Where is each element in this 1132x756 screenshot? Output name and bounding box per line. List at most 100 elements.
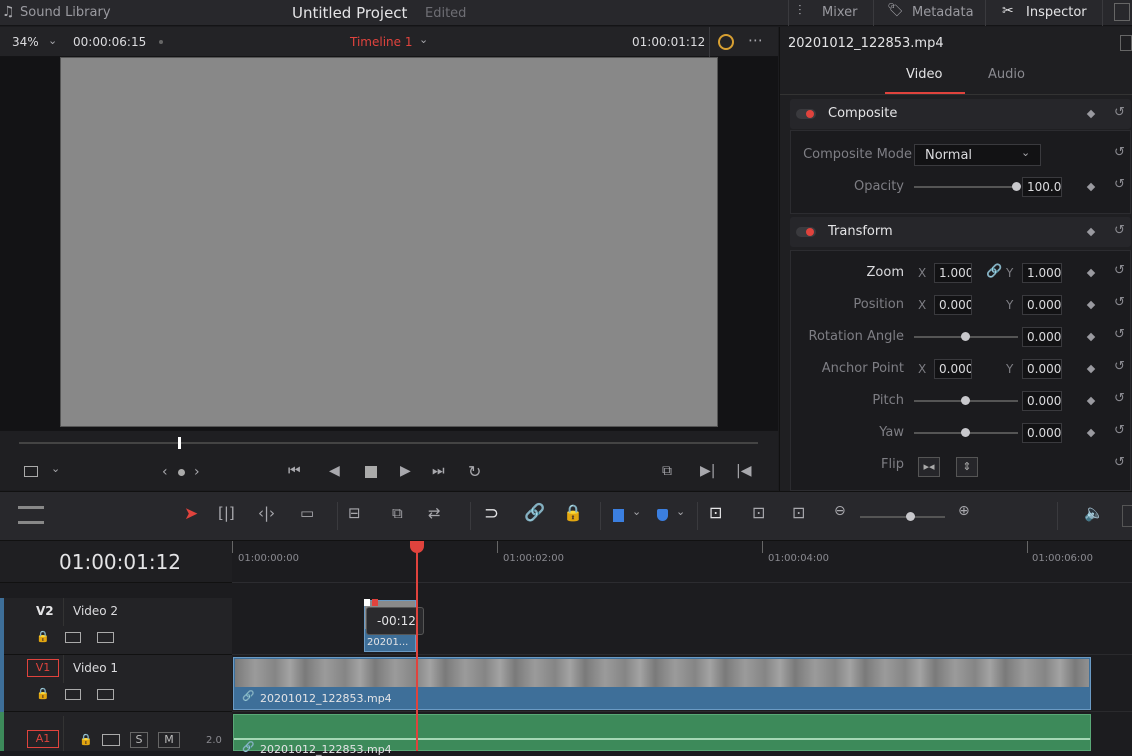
metadata-icon[interactable]: 🏷 xyxy=(887,3,904,18)
mute-button[interactable]: M xyxy=(158,732,180,748)
reset-icon[interactable]: ↺ xyxy=(1114,327,1125,342)
mark-out-icon[interactable]: |◀ xyxy=(736,463,751,479)
viewer-mode-icon[interactable] xyxy=(24,466,38,477)
position-x-field[interactable]: 0.000 xyxy=(934,295,972,315)
chevron-down-icon[interactable]: ⌄ xyxy=(419,33,428,46)
play-icon[interactable]: ▶ xyxy=(400,463,411,479)
yaw-slider-knob[interactable] xyxy=(961,428,970,437)
zoom-out-icon[interactable]: ⊖ xyxy=(834,503,846,519)
snapping-icon[interactable]: ⊃ xyxy=(484,503,499,524)
zoom-x-field[interactable]: 1.000 xyxy=(934,263,972,283)
position-lock-icon[interactable]: 🔒 xyxy=(563,503,583,522)
match-frame-icon[interactable]: ⧉ xyxy=(662,463,672,479)
lock-icon[interactable]: 🔒 xyxy=(36,630,50,643)
composite-enable-toggle[interactable] xyxy=(796,109,816,119)
track-id-v1[interactable]: V1 xyxy=(27,659,59,677)
link-icon[interactable]: 🔗 xyxy=(986,264,1002,279)
playhead-marker[interactable] xyxy=(178,437,181,449)
panel-toggle-button[interactable] xyxy=(1120,35,1132,51)
playhead-line[interactable] xyxy=(416,541,418,751)
speaker-icon[interactable]: 🔈 xyxy=(1084,503,1104,522)
composite-mode-select[interactable]: Normal ⌄ xyxy=(914,144,1041,166)
next-icon[interactable]: › xyxy=(194,464,200,480)
rotation-field[interactable]: 0.000 xyxy=(1022,327,1062,347)
anchor-y-field[interactable]: 0.000 xyxy=(1022,359,1062,379)
replace-clip-icon[interactable]: ⇄ xyxy=(428,504,441,522)
timeline-zoom-knob[interactable] xyxy=(906,512,915,521)
reset-icon[interactable]: ↺ xyxy=(1114,391,1125,406)
pitch-slider-knob[interactable] xyxy=(961,396,970,405)
chevron-down-icon[interactable]: ⌄ xyxy=(676,505,685,518)
trim-tool-icon[interactable]: [|] xyxy=(218,504,235,522)
lock-icon[interactable]: 🔒 xyxy=(36,687,50,700)
previous-icon[interactable]: ‹ xyxy=(162,464,168,480)
auto-select-icon[interactable] xyxy=(65,689,81,700)
zoom-detail-icon[interactable]: ⊡ xyxy=(752,503,765,522)
marker-icon[interactable] xyxy=(657,509,668,521)
auto-select-icon[interactable] xyxy=(102,734,120,746)
flip-horizontal-icon[interactable]: ▸◂ xyxy=(918,457,940,477)
chevron-down-icon[interactable]: ⌄ xyxy=(632,505,641,518)
loop-icon[interactable]: ↻ xyxy=(468,462,481,481)
go-to-end-icon[interactable]: ⏭ xyxy=(432,463,445,479)
transform-enable-toggle[interactable] xyxy=(796,227,816,237)
anchor-x-field[interactable]: 0.000 xyxy=(934,359,972,379)
clip-handle[interactable] xyxy=(364,599,370,606)
track-id-v2[interactable]: V2 xyxy=(36,604,54,618)
mark-in-icon[interactable]: ▶| xyxy=(700,463,715,479)
zoom-full-icon[interactable]: ⊡ xyxy=(709,503,722,522)
reset-icon[interactable]: ↺ xyxy=(1114,455,1125,470)
insert-clip-icon[interactable]: ⊟ xyxy=(348,504,361,522)
inspector-tools-icon[interactable]: ✂ xyxy=(1002,3,1014,19)
timeline-name[interactable]: Timeline 1 xyxy=(350,35,412,49)
position-y-field[interactable]: 0.000 xyxy=(1022,295,1062,315)
zoom-custom-icon[interactable]: ⊡ xyxy=(792,503,805,522)
rotation-slider-knob[interactable] xyxy=(961,332,970,341)
mixer-icon[interactable]: ⫶ xyxy=(798,3,802,19)
play-reverse-icon[interactable]: ◀ xyxy=(329,463,340,479)
go-to-start-icon[interactable]: ⏮ xyxy=(288,463,301,479)
auto-select-icon[interactable] xyxy=(65,632,81,643)
track-id-a1[interactable]: A1 xyxy=(27,730,59,748)
timeline-zoom-slider[interactable] xyxy=(860,516,945,518)
reset-icon[interactable]: ↺ xyxy=(1114,145,1125,160)
blade-tool-icon[interactable]: ▭ xyxy=(300,504,314,522)
mixer-button[interactable]: Mixer xyxy=(822,5,857,20)
stop-icon[interactable] xyxy=(365,466,377,478)
clip-v1[interactable]: 🔗 20201012_122853.mp4 xyxy=(233,657,1091,710)
zoom-level[interactable]: 34% xyxy=(12,35,39,49)
track-visible-icon[interactable] xyxy=(97,689,114,700)
expand-panel-button[interactable] xyxy=(1114,3,1130,21)
zoom-in-icon[interactable]: ⊕ xyxy=(958,503,970,519)
reset-icon[interactable]: ↺ xyxy=(1114,359,1125,374)
opacity-slider-knob[interactable] xyxy=(1012,182,1021,191)
opacity-field[interactable]: 100.0 xyxy=(1022,177,1062,197)
inspector-button[interactable]: Inspector xyxy=(1026,5,1087,20)
music-note-icon[interactable]: ♫ xyxy=(2,4,15,20)
solo-button[interactable]: S xyxy=(130,732,148,748)
tab-video[interactable]: Video xyxy=(906,67,942,82)
tab-audio[interactable]: Audio xyxy=(988,67,1025,82)
clip-handle[interactable] xyxy=(372,599,378,606)
overwrite-clip-icon[interactable]: ⧉ xyxy=(392,504,403,522)
reset-icon[interactable]: ↺ xyxy=(1114,295,1125,310)
yaw-field[interactable]: 0.000 xyxy=(1022,423,1062,443)
track-name-v2[interactable]: Video 2 xyxy=(73,604,118,618)
zoom-y-field[interactable]: 1.000 xyxy=(1022,263,1062,283)
pitch-field[interactable]: 0.000 xyxy=(1022,391,1062,411)
selection-tool-icon[interactable]: ➤ xyxy=(184,504,198,524)
flag-icon[interactable] xyxy=(613,509,624,522)
clip-a1[interactable]: 🔗 20201012_122853.mp4 xyxy=(233,714,1091,756)
flip-vertical-icon[interactable]: ⇕ xyxy=(956,457,978,477)
dynamic-trim-icon[interactable]: ‹|› xyxy=(258,504,275,522)
reset-icon[interactable]: ↺ xyxy=(1114,423,1125,438)
track-name-v1[interactable]: Video 1 xyxy=(73,661,118,675)
color-wheel-icon[interactable] xyxy=(718,34,734,50)
lock-icon[interactable]: 🔒 xyxy=(79,733,93,746)
timeline-ruler[interactable] xyxy=(232,541,1132,583)
reset-icon[interactable]: ↺ xyxy=(1114,177,1125,192)
sound-library-label[interactable]: Sound Library xyxy=(20,5,111,20)
reset-icon[interactable]: ↺ xyxy=(1114,223,1125,238)
timeline-view-options-icon[interactable] xyxy=(18,506,44,524)
reset-icon[interactable]: ↺ xyxy=(1114,263,1125,278)
